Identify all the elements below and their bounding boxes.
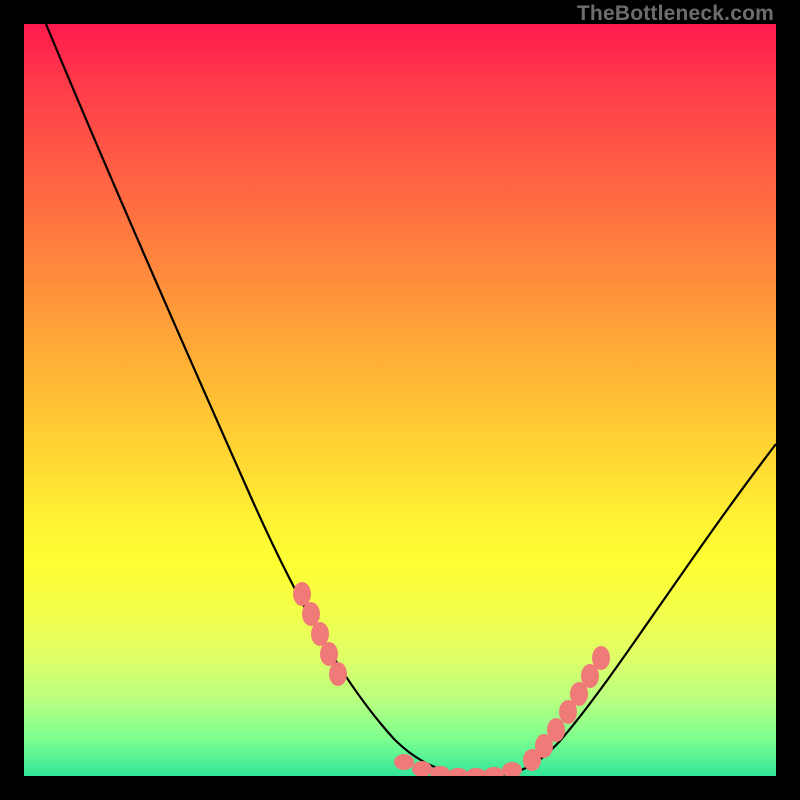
watermark-text: TheBottleneck.com xyxy=(577,2,774,26)
chart-frame xyxy=(24,24,776,776)
bottleneck-curve xyxy=(46,24,776,776)
chart-svg xyxy=(24,24,776,776)
marker-group-right xyxy=(523,646,610,771)
marker-group-bottom xyxy=(394,754,522,776)
marker-group-left xyxy=(293,582,347,686)
